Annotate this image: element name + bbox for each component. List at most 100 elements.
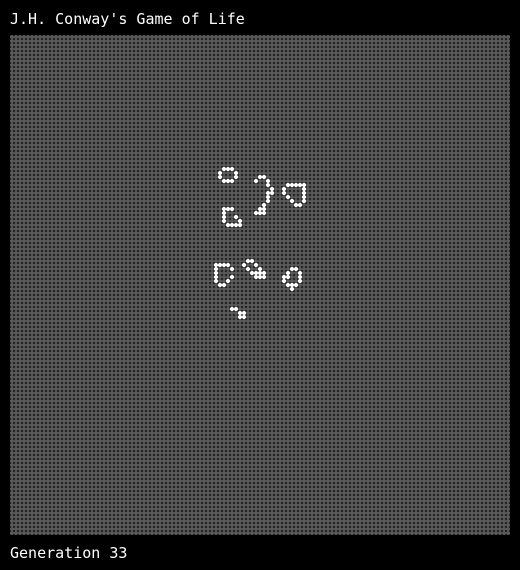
live-cell[interactable] (222, 215, 226, 219)
live-cell[interactable] (238, 315, 242, 319)
live-cell[interactable] (266, 199, 270, 203)
live-cell[interactable] (286, 195, 290, 199)
live-cell[interactable] (222, 283, 226, 287)
live-cell[interactable] (298, 271, 302, 275)
live-cell[interactable] (222, 179, 226, 183)
live-cell[interactable] (234, 171, 238, 175)
live-cell[interactable] (238, 223, 242, 227)
live-cell[interactable] (302, 199, 306, 203)
live-cell[interactable] (214, 271, 218, 275)
live-cell[interactable] (298, 203, 302, 207)
live-cell[interactable] (286, 275, 290, 279)
live-cell[interactable] (254, 179, 258, 183)
live-cell[interactable] (234, 223, 238, 227)
live-cell[interactable] (246, 259, 250, 263)
live-cell[interactable] (218, 263, 222, 267)
live-cell[interactable] (282, 187, 286, 191)
live-cell[interactable] (234, 307, 238, 311)
live-cell[interactable] (238, 219, 242, 223)
live-cell[interactable] (270, 191, 274, 195)
live-cell[interactable] (282, 279, 286, 283)
live-cell[interactable] (266, 191, 270, 195)
live-cell[interactable] (222, 167, 226, 171)
live-cell[interactable] (222, 263, 226, 267)
live-cell[interactable] (290, 183, 294, 187)
live-cell[interactable] (230, 207, 234, 211)
live-cell[interactable] (226, 167, 230, 171)
live-cell[interactable] (262, 175, 266, 179)
live-cell[interactable] (214, 267, 218, 271)
live-cell[interactable] (302, 183, 306, 187)
live-cell[interactable] (286, 271, 290, 275)
live-cell[interactable] (254, 275, 258, 279)
live-cell[interactable] (230, 179, 234, 183)
live-cell[interactable] (286, 283, 290, 287)
live-cell[interactable] (214, 275, 218, 279)
live-cell[interactable] (230, 307, 234, 311)
cell-grid[interactable] (10, 35, 510, 535)
live-cell[interactable] (302, 195, 306, 199)
live-cell[interactable] (290, 267, 294, 271)
live-cell[interactable] (226, 207, 230, 211)
live-cell[interactable] (290, 283, 294, 287)
live-cell[interactable] (258, 207, 262, 211)
live-cell[interactable] (254, 271, 258, 275)
live-cell[interactable] (294, 283, 298, 287)
live-cell[interactable] (266, 183, 270, 187)
live-cell[interactable] (298, 279, 302, 283)
live-cell[interactable] (250, 259, 254, 263)
live-cell[interactable] (262, 207, 266, 211)
live-cell[interactable] (226, 263, 230, 267)
live-cell[interactable] (298, 275, 302, 279)
live-cell[interactable] (282, 275, 286, 279)
live-cell[interactable] (222, 219, 226, 223)
live-cell[interactable] (218, 175, 222, 179)
live-cell[interactable] (242, 315, 246, 319)
live-cell[interactable] (222, 211, 226, 215)
live-cell[interactable] (266, 195, 270, 199)
live-cell[interactable] (286, 183, 290, 187)
live-cell[interactable] (242, 263, 246, 267)
live-cell[interactable] (302, 187, 306, 191)
live-cell[interactable] (302, 191, 306, 195)
live-cell[interactable] (282, 191, 286, 195)
live-cell[interactable] (258, 271, 262, 275)
live-cell[interactable] (294, 267, 298, 271)
live-cell[interactable] (290, 199, 294, 203)
live-cell[interactable] (226, 223, 230, 227)
live-cell[interactable] (218, 171, 222, 175)
live-cell[interactable] (254, 211, 258, 215)
live-cell[interactable] (258, 175, 262, 179)
live-cell[interactable] (266, 179, 270, 183)
live-cell[interactable] (230, 167, 234, 171)
live-cell[interactable] (234, 215, 238, 219)
live-cell[interactable] (290, 287, 294, 291)
live-cell[interactable] (230, 223, 234, 227)
live-cell[interactable] (234, 175, 238, 179)
live-cell[interactable] (214, 279, 218, 283)
live-cell[interactable] (218, 283, 222, 287)
live-cell[interactable] (226, 279, 230, 283)
live-cell[interactable] (238, 311, 242, 315)
live-cell[interactable] (258, 211, 262, 215)
live-cell[interactable] (294, 203, 298, 207)
live-cell[interactable] (258, 275, 262, 279)
live-cell[interactable] (262, 211, 266, 215)
game-board[interactable] (10, 35, 510, 535)
live-cell[interactable] (246, 267, 250, 271)
live-cell[interactable] (230, 275, 234, 279)
live-cell[interactable] (250, 271, 254, 275)
live-cell[interactable] (270, 187, 274, 191)
live-cell[interactable] (242, 311, 246, 315)
live-cell[interactable] (214, 263, 218, 267)
live-cell[interactable] (258, 267, 262, 271)
live-cell[interactable] (254, 263, 258, 267)
live-cell[interactable] (230, 267, 234, 271)
live-cell[interactable] (262, 271, 266, 275)
live-cell[interactable] (294, 183, 298, 187)
live-cell[interactable] (262, 275, 266, 279)
live-cell[interactable] (262, 203, 266, 207)
live-cell[interactable] (222, 207, 226, 211)
live-cell[interactable] (298, 183, 302, 187)
live-cell[interactable] (226, 179, 230, 183)
